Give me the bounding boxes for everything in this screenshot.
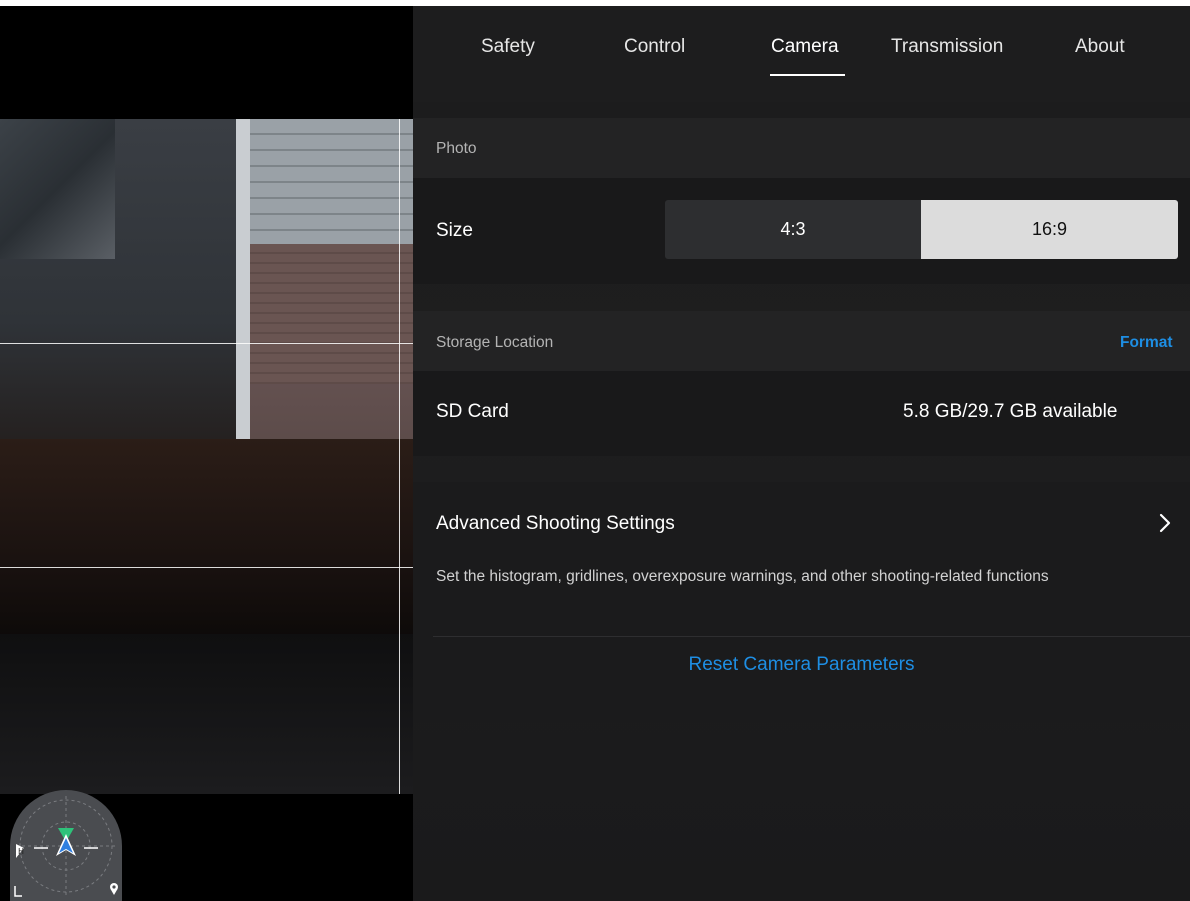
gridline-vertical xyxy=(399,119,400,794)
corner-bracket-icon xyxy=(14,886,22,897)
gridline-horizontal-1 xyxy=(0,343,413,344)
radar-minimap[interactable]: H xyxy=(10,790,122,901)
tab-control[interactable]: Control xyxy=(624,36,685,58)
tab-transmission[interactable]: Transmission xyxy=(891,36,1003,58)
floor xyxy=(0,634,413,794)
section-divider xyxy=(433,636,1190,637)
wall-art xyxy=(0,119,115,259)
advanced-settings-block: Advanced Shooting Settings Set the histo… xyxy=(413,482,1190,722)
camera-live-view[interactable] xyxy=(0,6,413,901)
settings-tabs: Safety Control Camera Transmission About xyxy=(413,6,1190,102)
size-option-16-9[interactable]: 16:9 xyxy=(921,200,1178,259)
storage-section-header: Storage Location Format xyxy=(413,311,1190,371)
fpv-screen: H Safety Control Camera Transmission Abo… xyxy=(0,0,1190,901)
tab-camera[interactable]: Camera xyxy=(771,36,839,58)
size-option-4-3[interactable]: 4:3 xyxy=(665,200,921,259)
window-frame xyxy=(236,119,250,464)
tab-about[interactable]: About xyxy=(1075,36,1125,58)
storage-device-label: SD Card xyxy=(436,401,509,422)
photo-section-label: Photo xyxy=(436,140,477,157)
advanced-shooting-settings-button[interactable]: Advanced Shooting Settings Set the histo… xyxy=(413,482,1190,612)
storage-device-row: SD Card 5.8 GB/29.7 GB available xyxy=(413,371,1190,456)
reset-camera-parameters-button[interactable]: Reset Camera Parameters xyxy=(413,654,1190,676)
format-button[interactable]: Format xyxy=(1120,334,1173,352)
settings-panel: Safety Control Camera Transmission About… xyxy=(413,6,1190,901)
advanced-shooting-title: Advanced Shooting Settings xyxy=(436,513,675,534)
active-tab-indicator xyxy=(770,74,845,76)
sofa xyxy=(0,439,413,639)
storage-capacity: 5.8 GB/29.7 GB available xyxy=(903,401,1118,422)
advanced-shooting-description: Set the histogram, gridlines, overexposu… xyxy=(436,568,1049,585)
photo-section-header: Photo xyxy=(413,118,1190,178)
window-blind xyxy=(240,119,413,244)
storage-section-label: Storage Location xyxy=(436,334,554,351)
chevron-right-icon xyxy=(1159,513,1171,533)
tab-safety[interactable]: Safety xyxy=(481,36,535,58)
gridline-horizontal-2 xyxy=(0,567,413,568)
photo-size-label: Size xyxy=(436,220,473,241)
camera-image xyxy=(0,119,413,794)
brick-wall xyxy=(250,244,413,384)
photo-size-selector: 4:3 16:9 xyxy=(665,200,1178,259)
